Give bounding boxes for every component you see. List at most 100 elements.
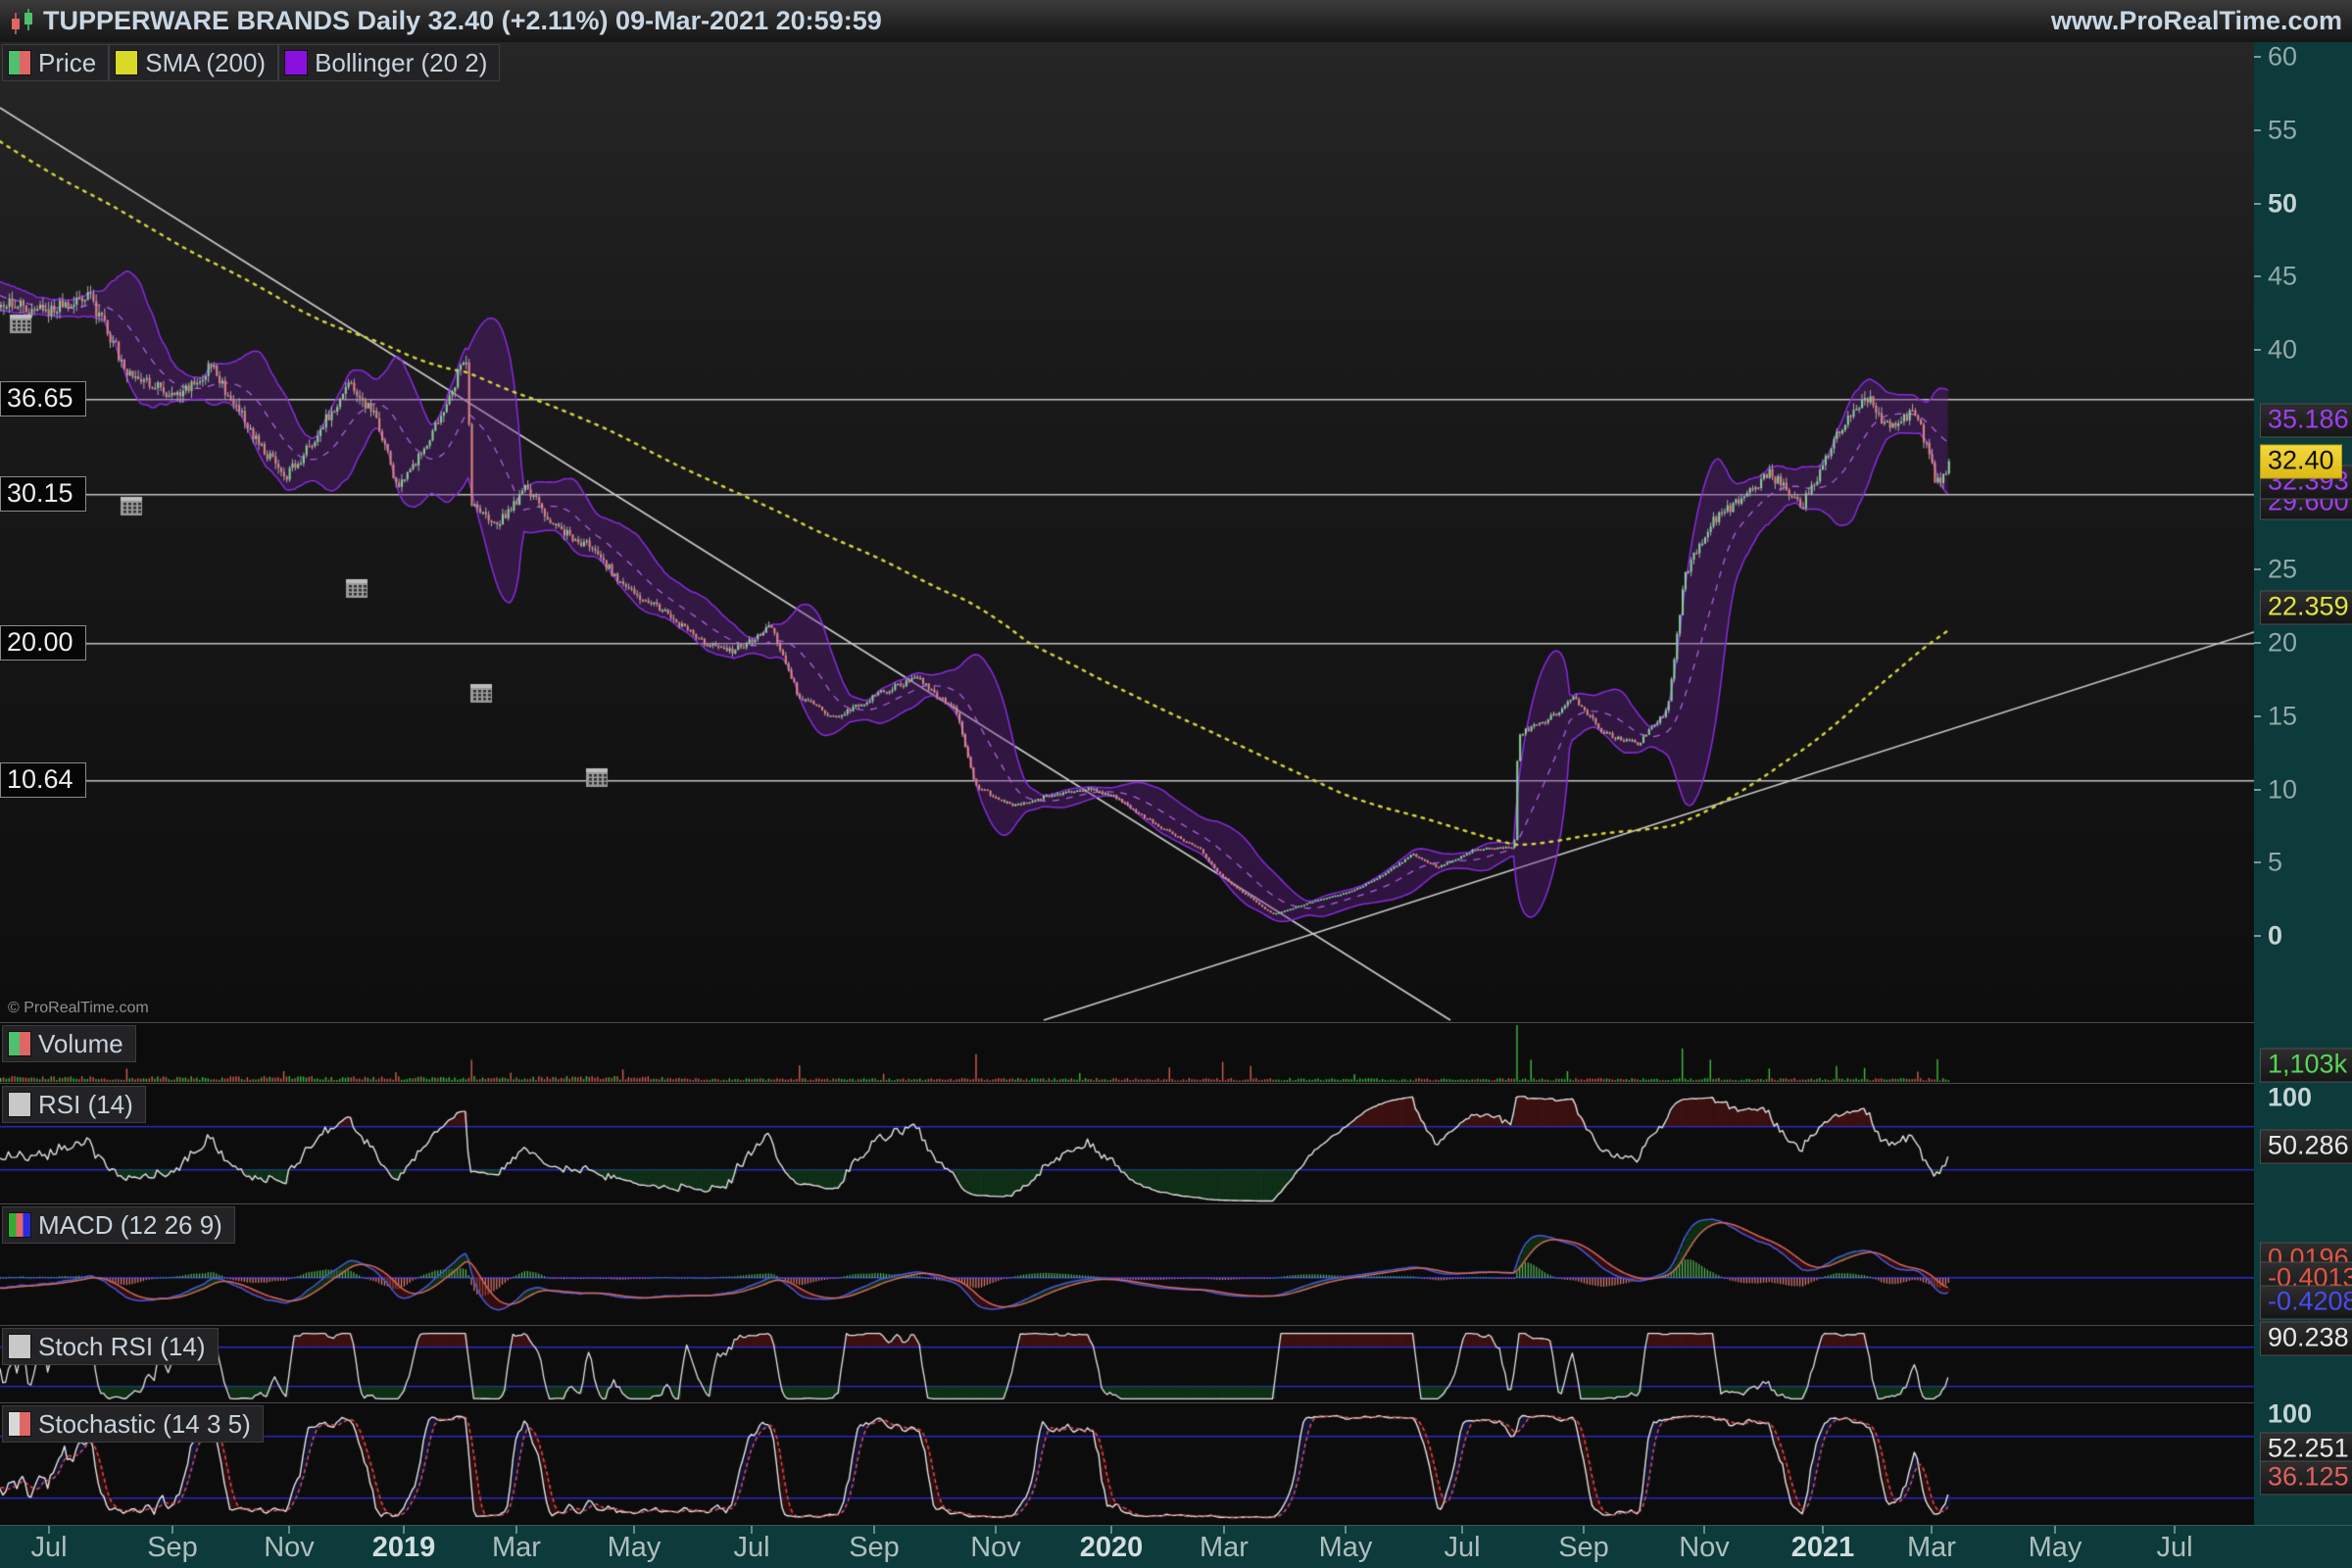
stochrsi-legend: Stoch RSI (14) [2,1328,219,1365]
right-price-axis[interactable]: 6055504540252015105035.18632.4032.39329.… [2254,42,2352,1525]
time-axis-label-Sep: Sep [849,1532,900,1564]
legend-label: MACD (12 26 9) [38,1210,222,1241]
time-axis-label-2020: 2020 [1080,1532,1144,1564]
rsi-swatch-icon [8,1092,31,1117]
header-timeframe: Daily [358,6,421,36]
time-axis-label-Mar: Mar [1200,1532,1249,1564]
legend-price[interactable]: Price [2,44,109,81]
price-axis-tick [2254,349,2261,351]
rsi-legend: RSI (14) [2,1086,146,1123]
time-axis-label-Jul: Jul [30,1532,67,1564]
rsi-value: 50.286 [2260,1130,2352,1164]
timeframe-label [350,6,358,36]
volume-chart-canvas[interactable] [0,1023,2254,1084]
header-last-price: 32.40 [428,6,495,36]
volume-pane: Volume [0,1022,2254,1084]
price-axis-label-45: 45 [2268,262,2297,292]
price-legend: Price SMA (200)Bollinger (20 2) [2,44,500,81]
time-axis-label-Nov: Nov [970,1532,1021,1564]
legend-macd-12-26-9[interactable]: MACD (12 26 9) [2,1206,235,1244]
sma-swatch-icon [115,50,138,75]
legend-volume[interactable]: Volume [2,1025,136,1062]
stochrsi-value: 90.238 [2260,1322,2352,1356]
macd-value-3: -0.4208 [2260,1286,2352,1320]
stochastic-chart-canvas[interactable] [0,1403,2254,1526]
price-axis-tick [2254,861,2261,863]
price-swatch-icon [8,50,31,75]
legend-label: Stochastic (14 3 5) [38,1409,251,1440]
legend-stochastic-14-3-5[interactable]: Stochastic (14 3 5) [2,1405,264,1443]
price-axis-tick [2254,56,2261,58]
legend-sma-200[interactable]: SMA (200) [109,44,278,81]
last-price-value: 32.40 [2260,445,2342,479]
price-axis-label-60: 60 [2268,42,2297,73]
symbol-title: TUPPERWARE BRANDS [43,6,350,36]
price-line-label-20.00[interactable]: 20.00 [0,625,86,661]
stoch-swatch-icon [8,1411,31,1437]
price-line-label-30.15[interactable]: 30.15 [0,476,86,512]
time-axis-label-2019: 2019 [372,1532,436,1564]
price-axis-tick [2254,715,2261,717]
time-axis-label-Nov: Nov [264,1532,315,1564]
price-axis-label-25: 25 [2268,555,2297,585]
prorealtime-chart-window: TUPPERWARE BRANDS Daily 32.40 (+2.11%) 0… [0,0,2352,1568]
time-axis-label-May: May [1319,1532,1373,1564]
price-axis-tick [2254,568,2261,570]
time-axis-label-Jul: Jul [2156,1532,2192,1564]
stochastic-legend: Stochastic (14 3 5) [2,1405,264,1443]
candlestick-logo-icon [8,7,37,36]
copyright-watermark: © ProRealTime.com [8,1000,149,1017]
legend-stoch-rsi-14[interactable]: Stoch RSI (14) [2,1328,219,1365]
volume-legend: Volume [2,1025,136,1062]
legend-label: Price [38,48,96,78]
price-chart-canvas[interactable] [0,42,2254,1022]
price-axis-label-55: 55 [2268,116,2297,146]
time-axis[interactable]: Jul Sep Nov 2019 Mar May Jul Sep Nov 2020 Mar May Ju… [0,1525,2352,1568]
time-axis-label-May: May [608,1532,662,1564]
macd-pane: MACD (12 26 9) [0,1203,2254,1326]
header-datetime: 09-Mar-2021 20:59:59 [615,6,882,36]
price-axis-label-20: 20 [2268,628,2297,659]
rsi-100-label: 100 [2268,1083,2312,1113]
rsi-chart-canvas[interactable] [0,1084,2254,1204]
legend-rsi-14[interactable]: RSI (14) [2,1086,146,1123]
price-axis-tick [2254,642,2261,644]
time-axis-label-Sep: Sep [1558,1532,1609,1564]
volume-swatch-icon [8,1031,31,1056]
time-axis-label-Mar: Mar [492,1532,541,1564]
stochrsi-pane: Stoch RSI (14) [0,1325,2254,1403]
price-pane: Price SMA (200)Bollinger (20 2) 36.65 30.1… [0,42,2254,1022]
stochrsi-swatch-icon [8,1334,31,1359]
time-axis-label-Nov: Nov [1679,1532,1730,1564]
time-axis-label-2021: 2021 [1791,1532,1855,1564]
price-axis-label-40: 40 [2268,335,2297,366]
boll-swatch-icon [284,50,308,75]
legend-bollinger-20-2[interactable]: Bollinger (20 2) [278,44,500,81]
stochrsi-chart-canvas[interactable] [0,1326,2254,1403]
site-link[interactable]: www.ProRealTime.com [2051,6,2342,36]
time-axis-label-Jul: Jul [1444,1532,1480,1564]
stochastic-100-label: 100 [2268,1399,2312,1430]
stochastic-pane: Stochastic (14 3 5) [0,1402,2254,1526]
header-title-group: TUPPERWARE BRANDS Daily 32.40 (+2.11%) 0… [8,6,882,36]
price-axis-tick [2254,129,2261,131]
header-bar: TUPPERWARE BRANDS Daily 32.40 (+2.11%) 0… [0,0,2352,43]
time-axis-label-Mar: Mar [1907,1532,1956,1564]
macd-legend: MACD (12 26 9) [2,1206,235,1244]
macd-chart-canvas[interactable] [0,1204,2254,1326]
time-axis-label-May: May [2029,1532,2082,1564]
macd-swatch-icon [8,1212,31,1238]
price-axis-label-50: 50 [2268,189,2297,220]
price-line-label-10.64[interactable]: 10.64 [0,762,86,798]
upper-band-value: 35.186 [2260,404,2352,438]
time-axis-label-Sep: Sep [147,1532,198,1564]
price-axis-label-15: 15 [2268,702,2297,732]
price-line-label-36.65[interactable]: 36.65 [0,381,86,416]
stochastic-d-value: 36.125 [2260,1461,2352,1495]
price-axis-label-0: 0 [2268,921,2282,952]
price-axis-tick [2254,789,2261,791]
price-axis-label-5: 5 [2268,848,2282,878]
rsi-pane: RSI (14) [0,1083,2254,1204]
header-change-pct: (+2.11%) [502,6,609,36]
time-axis-label-Jul: Jul [733,1532,769,1564]
